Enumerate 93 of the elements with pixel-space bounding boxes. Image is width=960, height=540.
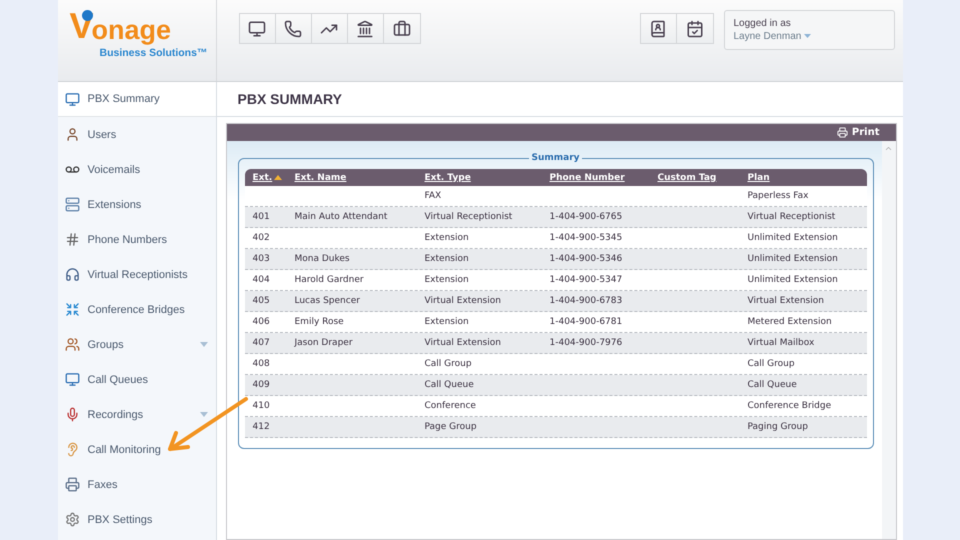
sidebar-item[interactable]: PBX Settings [58,502,216,537]
user-menu[interactable]: Layne Denman [734,31,894,42]
table-cell: 404 [252,275,270,285]
sidebar-item[interactable]: PBX Summary [58,82,216,117]
sidebar-item[interactable]: Phone Numbers [58,222,216,257]
sort-link[interactable]: Ext. Name [294,172,346,182]
table-cell: Virtual Extension [748,296,824,306]
sidebar-item[interactable]: Virtual Receptionists [58,257,216,292]
sidebar-item[interactable]: Conference Bridges [58,292,216,327]
table-cell: 402 [252,233,270,243]
briefcase-icon [392,20,410,38]
table-cell: Extension [424,317,469,327]
panel-legend: Summary [529,153,582,163]
table-cell: 1-404-900-5345 [550,233,622,243]
table-cell: Main Auto Attendant [294,212,388,222]
table-cell: 1-404-900-7976 [550,338,622,348]
table-cell: Virtual Receptionist [424,212,512,222]
table-cell: Conference [424,401,476,411]
sidebar-item[interactable]: Recordings [58,397,216,432]
table-cell: Call Group [424,359,472,369]
sidebar-item[interactable]: Users [58,117,216,152]
monitor-icon [64,92,80,106]
table-cell: FAX [424,191,442,201]
print-button[interactable]: Print [836,127,880,138]
table-cell: Unlimited Extension [748,275,838,285]
table-cell: Paperless Fax [748,191,808,201]
scroll-up-icon [884,144,893,153]
table-cell: Call Queue [748,380,797,390]
user-icon [64,127,80,142]
table-cell: 410 [252,401,270,411]
address-book-icon [649,20,667,38]
sort-link[interactable]: Custom Tag [658,172,716,182]
users-icon [64,337,80,352]
printer-icon [836,127,848,138]
table-cell: 408 [252,359,270,369]
page-title: PBX SUMMARY [238,91,342,107]
table-cell: Mona Dukes [294,254,350,264]
table-cell: Extension [424,275,469,285]
sort-link[interactable]: Ext. Type [424,172,471,182]
sidebar-item[interactable]: Call Monitoring [58,432,216,467]
table-cell: Conference Bridge [748,401,832,411]
table-cell: Lucas Spencer [294,296,360,306]
table-cell: Virtual Extension [424,338,501,348]
sidebar-item[interactable]: Extensions [58,187,216,222]
logged-in-caption: Logged in as [734,18,792,29]
table-cell: 403 [252,254,270,264]
table-cell: Virtual Mailbox [748,338,814,348]
table-cell: 412 [252,422,270,432]
table-cell: 1-404-900-6765 [550,212,622,222]
table-cell: Extension [424,254,469,264]
table-cell: 1-404-900-6783 [550,296,622,306]
table-cell: 407 [252,338,270,348]
sidebar-item[interactable]: Faxes [58,467,216,502]
sort-up-icon [274,175,282,180]
table-cell: Harold Gardner [294,275,364,285]
monitor-icon [248,20,266,38]
sidebar-item[interactable]: Voicemails [58,152,216,187]
extension-icon [64,197,80,212]
table-cell: Call Group [748,359,795,369]
table-cell: 1-404-900-5347 [550,275,622,285]
microphone-icon [64,407,80,422]
table-cell: Call Queue [424,380,474,390]
table-cell: 401 [252,212,270,222]
table-cell: Page Group [424,422,477,432]
table-cell: 1-404-900-5346 [550,254,622,264]
gear-icon [64,512,80,527]
sort-link[interactable]: Plan [748,172,770,182]
table-cell: Paging Group [748,422,808,432]
table-cell: Virtual Extension [424,296,501,306]
sort-link[interactable]: Ext. [252,172,282,182]
table-cell: Unlimited Extension [748,233,838,243]
headset-icon [64,267,80,282]
arrows-icon [64,302,80,317]
table-cell: 1-404-900-6781 [550,317,622,327]
telephone-icon [284,20,302,38]
table-cell: Extension [424,233,469,243]
caret-icon [804,34,812,39]
table-cell: Emily Rose [294,317,344,327]
sort-link[interactable]: Phone Number [550,172,625,182]
table-cell: 409 [252,380,270,390]
printer-icon [64,477,80,492]
table-cell: 406 [252,317,270,327]
table-cell: Unlimited Extension [748,254,838,264]
table-cell: Virtual Receptionist [748,212,836,222]
sidebar-item[interactable]: Groups [58,327,216,362]
table-cell: Metered Extension [748,317,832,327]
hash-icon [64,232,80,247]
table-cell: 405 [252,296,270,306]
table-cell: Jason Draper [294,338,353,348]
calendar-icon [686,20,704,38]
sidebar-item[interactable]: Call Queues [58,362,216,397]
bank-icon [356,20,374,38]
monitor-icon [64,372,80,387]
